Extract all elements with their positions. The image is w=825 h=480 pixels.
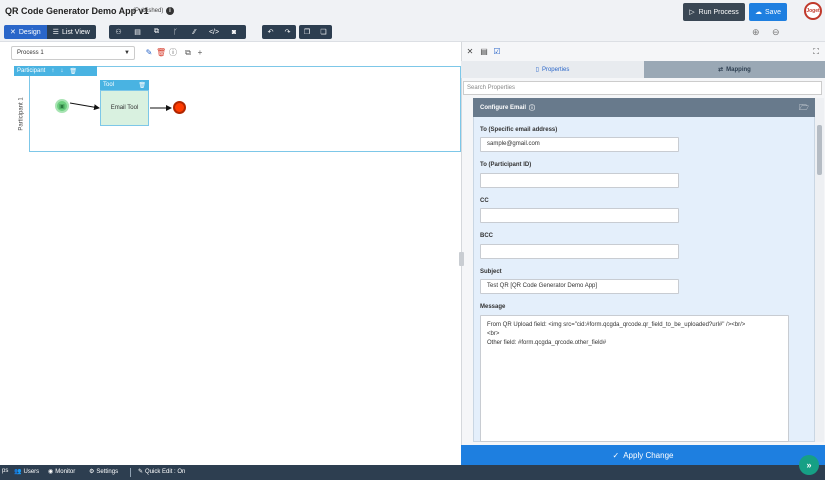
- scrollbar-thumb[interactable]: [817, 125, 822, 175]
- monitor-icon: ◉: [48, 469, 54, 475]
- to-email-field[interactable]: sample@gmail.com: [480, 137, 679, 152]
- save-disk-icon[interactable]: ▤: [479, 47, 489, 57]
- to-email-label: To (Specific email address): [480, 127, 558, 133]
- users-link[interactable]: 👥 Users: [14, 468, 39, 476]
- users-icon: 👥: [14, 469, 22, 475]
- tab-properties[interactable]: ▯ Properties: [461, 61, 644, 78]
- bcc-label: BCC: [480, 233, 493, 239]
- divider: [130, 468, 131, 477]
- tab-mapping-label: Mapping: [726, 66, 751, 73]
- to-participant-label: To (Participant ID): [480, 162, 532, 168]
- transition-start-to-tool: [69, 102, 100, 111]
- to-participant-field[interactable]: [480, 173, 679, 188]
- pencil-icon: ✎: [138, 469, 144, 475]
- apply-change-button[interactable]: ✓ Apply Change: [461, 445, 825, 465]
- section-header: Configure Email ⓘ: [473, 98, 815, 117]
- panel-resize-handle[interactable]: [459, 252, 464, 266]
- subject-field[interactable]: Test QR [QR Code Generator Demo App]: [480, 279, 679, 294]
- apps-link[interactable]: ps: [2, 468, 8, 474]
- message-label: Message: [480, 304, 506, 310]
- message-line: Other field: #form.qcgda_qrcode.other_fi…: [487, 340, 607, 346]
- message-field[interactable]: From QR Upload field: <img src="cid:#for…: [480, 315, 789, 442]
- section-title: Configure Email: [480, 104, 527, 111]
- subject-label: Subject: [480, 269, 502, 275]
- message-line: <br>: [487, 331, 500, 337]
- checkbox-icon[interactable]: ☑: [492, 47, 502, 57]
- settings-link[interactable]: ⚙ Settings: [89, 468, 118, 476]
- help-icon[interactable]: ⓘ: [529, 103, 535, 112]
- tab-properties-label: Properties: [541, 66, 570, 73]
- cc-field[interactable]: [480, 208, 679, 223]
- expand-icon[interactable]: ⛶: [811, 47, 821, 57]
- bottom-bar: ps 👥 Users ◉ Monitor ⚙ Settings ✎ Quick …: [0, 465, 825, 480]
- gear-icon: ⚙: [89, 469, 95, 475]
- properties-icon: ▯: [535, 67, 539, 73]
- monitor-link[interactable]: ◉ Monitor: [48, 468, 75, 476]
- folder-open-icon[interactable]: 🗁: [799, 103, 809, 112]
- bcc-field[interactable]: [480, 244, 679, 259]
- cc-label: CC: [480, 198, 489, 204]
- apply-change-label: Apply Change: [623, 450, 674, 460]
- close-icon[interactable]: ✕: [465, 47, 475, 57]
- tab-mapping[interactable]: ⇄ Mapping: [644, 61, 825, 78]
- check-icon: ✓: [612, 450, 620, 460]
- message-line: From QR Upload field: <img src="cid:#for…: [487, 322, 746, 328]
- mapping-icon: ⇄: [718, 67, 724, 73]
- search-properties-input[interactable]: Search Properties: [463, 81, 822, 95]
- double-chevron-right-icon[interactable]: »: [799, 455, 819, 475]
- quick-edit-toggle[interactable]: ✎ Quick Edit : On: [138, 468, 185, 476]
